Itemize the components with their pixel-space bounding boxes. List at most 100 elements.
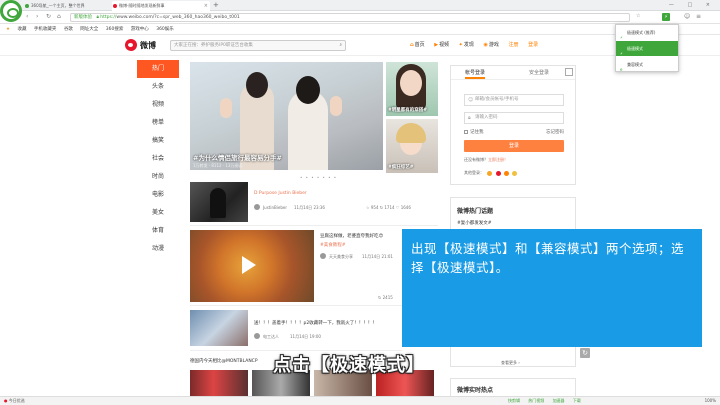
hero-banner[interactable]: #为什么情侣旅行最容易分手# 1万转发 · 8112 · 13万阅读 bbox=[190, 62, 383, 170]
nav-register[interactable]: 注册 bbox=[508, 42, 518, 48]
play-icon[interactable] bbox=[242, 256, 256, 274]
qq-icon[interactable] bbox=[487, 170, 493, 176]
side-card[interactable]: #明星都有的穿搭# bbox=[386, 62, 438, 116]
bookmark-item[interactable]: 谷歌 bbox=[64, 27, 73, 32]
login-button[interactable]: 登录 bbox=[464, 140, 564, 152]
register-row: 还没有微博？立即注册！ bbox=[464, 157, 508, 163]
other-login-row: 其他登录： bbox=[464, 170, 518, 176]
weibo-icon[interactable] bbox=[495, 170, 501, 176]
feed-title[interactable]: 豆腐这样做，老婆直夸我好吃😍 bbox=[320, 233, 383, 239]
forgot-password-link[interactable]: 忘记密码 bbox=[546, 129, 564, 135]
nav-video[interactable]: ▶视频 bbox=[434, 42, 449, 48]
channel-item[interactable]: 美女 bbox=[137, 204, 179, 222]
avatar[interactable] bbox=[320, 253, 326, 259]
feed-thumbnail[interactable] bbox=[190, 310, 248, 346]
side-card[interactable]: #疯狂综艺# bbox=[386, 119, 438, 173]
window-controls[interactable]: — □ × bbox=[669, 0, 716, 10]
url-input[interactable]: 新版体验 🔒︎ https://www.weibo.com/?c=spr_web… bbox=[70, 13, 630, 22]
mode-option-speed-recommended[interactable]: ⚡ 极速模式 (推荐) bbox=[616, 25, 678, 40]
register-link[interactable]: 立即注册！ bbox=[488, 157, 508, 162]
bookmark-item[interactable]: 游戏中心 bbox=[131, 27, 149, 32]
subtitle-caption: 点击【极速模式】 bbox=[273, 355, 425, 376]
forward-icon[interactable]: › bbox=[36, 13, 38, 20]
status-tool[interactable]: 热门视频 bbox=[528, 398, 544, 403]
hot-topic-item[interactable]: #复小都发发文# bbox=[457, 220, 492, 226]
channel-item[interactable]: 体育 bbox=[137, 222, 179, 240]
menu-icon[interactable]: ≡ bbox=[696, 13, 701, 20]
user-icon[interactable]: ☺ bbox=[684, 13, 690, 20]
weibo-favicon bbox=[113, 4, 117, 8]
input-placeholder: 请输入密码 bbox=[475, 115, 498, 120]
qrcode-icon[interactable] bbox=[565, 68, 573, 76]
bookmark-item[interactable]: 收藏 bbox=[17, 27, 26, 32]
refresh-feed-icon[interactable]: ↻ bbox=[580, 348, 590, 358]
channel-item[interactable]: 榜单 bbox=[137, 114, 179, 132]
weibo-logo-icon[interactable] bbox=[125, 39, 137, 51]
status-tool[interactable]: 加速器 bbox=[553, 398, 565, 403]
channel-item-hot[interactable]: 热门 bbox=[137, 60, 179, 78]
remember-checkbox[interactable] bbox=[464, 129, 468, 134]
nav-discover[interactable]: ✦发现 bbox=[459, 42, 474, 48]
channel-item[interactable]: 动漫 bbox=[137, 240, 179, 258]
weibo-search-input[interactable]: 大家正在搜：养护服务IP0职证告台收集 ⌕ bbox=[170, 40, 346, 51]
weibo-logo-text[interactable]: 微博 bbox=[140, 40, 156, 51]
bookmark-item[interactable]: 网址大全 bbox=[80, 27, 98, 32]
channel-item[interactable]: 搞笑 bbox=[137, 132, 179, 150]
nav-label: 首页 bbox=[414, 42, 425, 48]
360-icon[interactable] bbox=[512, 170, 518, 176]
feed-thumbnail[interactable] bbox=[190, 182, 248, 222]
mode-option-compat[interactable]: e 兼容模式 bbox=[616, 57, 678, 72]
status-tool[interactable]: 下载 bbox=[573, 398, 581, 403]
feed-title[interactable]: 德国内今天相比@MONTBLANCP bbox=[190, 358, 258, 364]
nav-login[interactable]: 登录 bbox=[528, 42, 538, 48]
nav-game[interactable]: ◉游戏 bbox=[483, 42, 498, 48]
tab-weibo[interactable]: 微博-随时随地发现新鲜事 × bbox=[112, 1, 210, 11]
feed-stats[interactable]: ↻ 2415 bbox=[378, 295, 393, 300]
refresh-icon[interactable]: ↻ bbox=[46, 13, 51, 20]
channel-item[interactable]: 电影 bbox=[137, 186, 179, 204]
carousel-dots[interactable]: • • • • • • • bbox=[300, 175, 337, 180]
tab-secure-login[interactable]: 安全登录 bbox=[529, 69, 549, 76]
search-icon[interactable]: ⌕ bbox=[339, 41, 342, 50]
status-tools: 快剪辑 热门视频 加速器 下载 bbox=[508, 397, 588, 405]
bookmark-item[interactable]: 360娱乐 bbox=[156, 27, 174, 32]
feed-author[interactable]: JustinBieber bbox=[263, 205, 287, 210]
channel-item[interactable]: 头条 bbox=[137, 78, 179, 96]
feed-title[interactable]: 送！！！盖着手！！！！p2收藏转一下，我就火了！！！！！ bbox=[254, 320, 377, 326]
render-mode-icon[interactable]: ⚡ bbox=[662, 13, 670, 21]
new-tab-button[interactable]: + bbox=[213, 1, 219, 9]
status-tool[interactable]: 快剪辑 bbox=[508, 398, 520, 403]
feed-author[interactable]: 电工达人 bbox=[263, 334, 279, 340]
status-left[interactable]: ● 今日优选 bbox=[4, 397, 25, 405]
star-icon[interactable]: ☆ bbox=[636, 13, 645, 19]
back-icon[interactable]: ‹ bbox=[26, 13, 28, 20]
avatar[interactable] bbox=[254, 333, 260, 339]
lock-icon: 🔒︎ bbox=[468, 115, 471, 121]
hot-topics-more-link[interactable]: 查看更多 › bbox=[501, 360, 520, 366]
other-login-label: 其他登录： bbox=[464, 170, 484, 175]
avatar[interactable] bbox=[254, 204, 260, 210]
home-icon[interactable]: ⌂ bbox=[57, 13, 61, 20]
feed-video-thumbnail[interactable] bbox=[190, 230, 314, 302]
password-input[interactable]: 🔒︎ 请输入密码 bbox=[464, 112, 564, 124]
channel-nav: 热门 头条 视频 榜单 搞笑 社会 时尚 电影 美女 体育 动漫 bbox=[137, 60, 179, 258]
bookmark-item[interactable]: 360搜索 bbox=[106, 27, 124, 32]
close-tab-icon[interactable]: × bbox=[204, 1, 208, 11]
feed-author[interactable]: 天天美食分享 bbox=[329, 254, 353, 260]
channel-item[interactable]: 时尚 bbox=[137, 168, 179, 186]
bookmark-item[interactable]: 手机收藏夹 bbox=[34, 27, 57, 32]
mode-option-speed[interactable]: ⚡ 极速模式 bbox=[616, 41, 678, 56]
taobao-icon[interactable] bbox=[503, 170, 509, 176]
nav-home[interactable]: ⌂首页 bbox=[410, 42, 425, 48]
username-input[interactable]: ☺ 邮箱/会员帐号/手机号 bbox=[464, 94, 564, 106]
channel-item[interactable]: 视频 bbox=[137, 96, 179, 114]
channel-item[interactable]: 社会 bbox=[137, 150, 179, 168]
tab-360-home[interactable]: 360导航_一个主页，整个世界 bbox=[24, 1, 108, 11]
zoom-level[interactable]: 100% bbox=[705, 397, 716, 405]
feed-title[interactable]: D Purpose Justin Bieber bbox=[254, 191, 307, 196]
feed-stats[interactable]: ☆ 954 ↻ 1714 ♡ 1646 bbox=[366, 205, 411, 210]
feed-thumbnail[interactable] bbox=[190, 370, 248, 396]
tab-account-login[interactable]: 帐号登录 bbox=[465, 69, 486, 79]
feed-tag[interactable]: #美食教程# bbox=[320, 242, 346, 248]
360-browser-logo-icon[interactable] bbox=[0, 0, 22, 22]
